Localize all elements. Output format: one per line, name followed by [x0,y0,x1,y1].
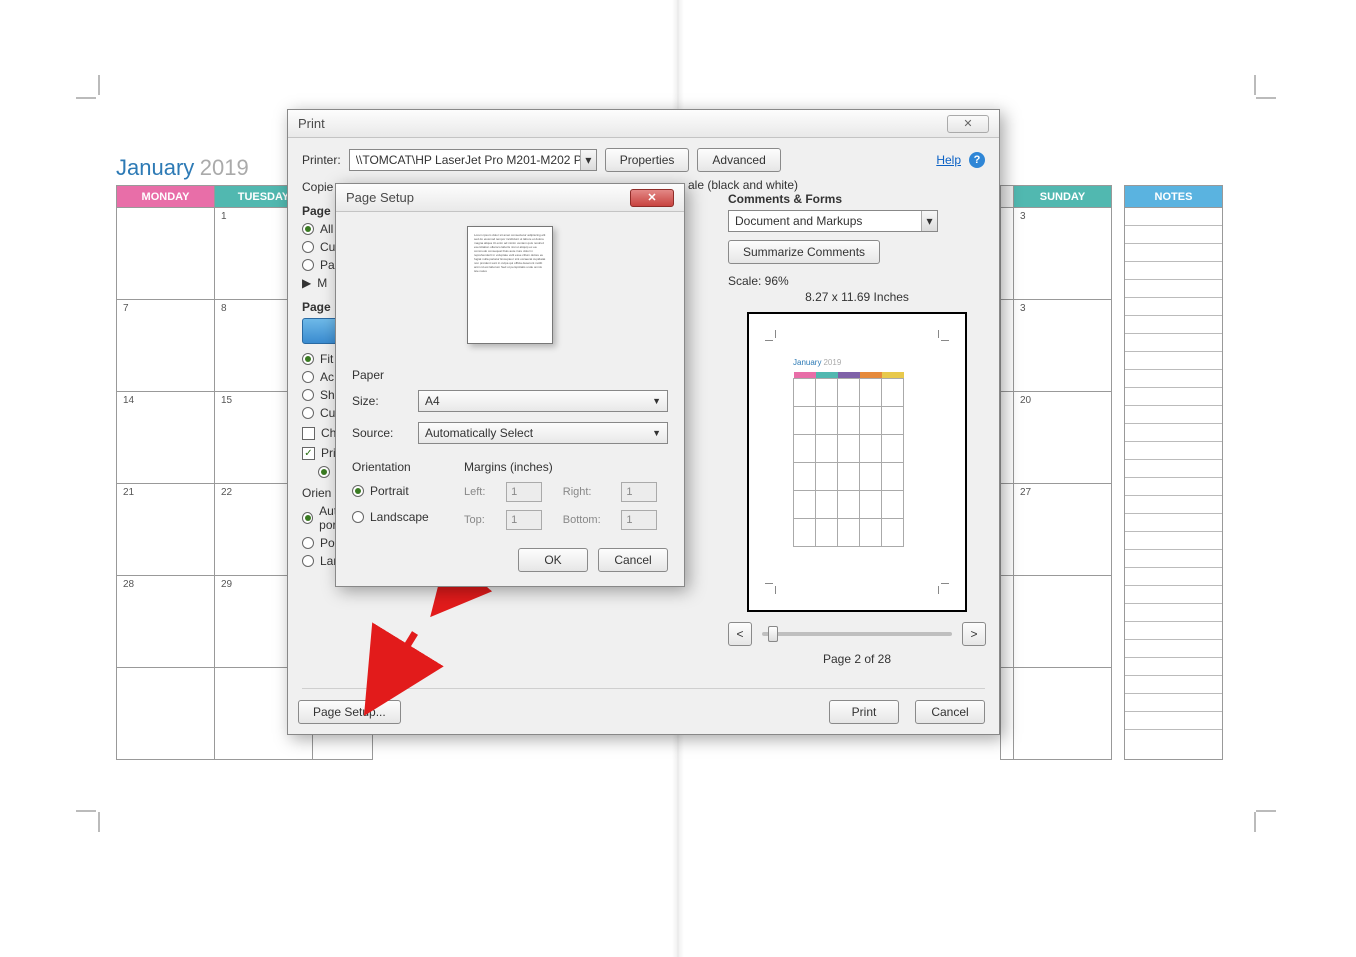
margin-left-input[interactable] [506,482,542,502]
preview-mini-calendar [793,372,904,547]
advanced-button[interactable]: Advanced [697,148,780,172]
preview-mini-title: January 2019 [793,358,841,367]
preview-next-button[interactable]: > [962,622,986,646]
print-dialog-close-button[interactable]: ✕ [947,115,989,133]
size-dropdown[interactable]: A4 ▼ [418,390,668,412]
margin-top-label: Top: [464,514,496,526]
print-button[interactable]: Print [829,700,899,724]
preview-pane: Comments & Forms Document and Markups ▾ … [728,188,986,648]
chevron-down-icon: ▾ [580,150,596,170]
size-tab-button[interactable] [302,318,338,344]
comments-dropdown[interactable]: Document and Markups ▾ [728,210,938,232]
print-dialog-title: Print [298,110,325,138]
scale-label: Scale: 96% [728,274,986,288]
paper-dims: 8.27 x 11.69 Inches [728,290,986,304]
margins-legend: Margins (inches) [464,460,668,474]
calendar-year: 2019 [200,155,249,180]
margin-right-input[interactable] [621,482,657,502]
printer-dropdown[interactable]: \\TOMCAT\HP LaserJet Pro M201-M202 P( ▾ [349,149,597,171]
page-setup-close-button[interactable]: ✕ [630,189,674,207]
help-icon[interactable]: ? [969,152,985,168]
calendar-month: January [116,155,194,180]
page-setup-titlebar: Page Setup ✕ [336,184,684,212]
chevron-down-icon: ▼ [652,396,661,406]
setup-landscape-radio[interactable]: Landscape [352,510,452,524]
page-setup-title: Page Setup [346,184,414,212]
margin-bottom-label: Bottom: [563,514,612,526]
properties-button[interactable]: Properties [605,148,690,172]
margin-right-label: Right: [563,486,612,498]
preview-page: January 2019 [747,312,967,612]
chevron-down-icon: ▼ [652,428,661,438]
help-link[interactable]: Help [936,153,961,167]
page-of-label: Page 2 of 28 [728,652,986,666]
choose-checkbox[interactable] [302,427,315,440]
calendar-title: January 2019 [116,155,249,181]
cancel-button[interactable]: Cancel [915,700,985,724]
print-dialog-titlebar: Print ✕ [288,110,999,138]
header-notes: NOTES [1125,186,1223,208]
preview-prev-button[interactable]: < [728,622,752,646]
page-setup-button[interactable]: Page Setup... [298,700,401,724]
print-both-checkbox[interactable]: ✓ [302,447,315,460]
more-options-arrow-icon[interactable]: ▶ [302,276,311,290]
source-dropdown[interactable]: Automatically Select ▼ [418,422,668,444]
source-label: Source: [352,426,408,440]
printer-value: \\TOMCAT\HP LaserJet Pro M201-M202 P( [356,153,580,167]
comments-forms-heading: Comments & Forms [728,192,986,206]
setup-portrait-radio[interactable]: Portrait [352,484,452,498]
page-setup-ok-button[interactable]: OK [518,548,588,572]
printer-label: Printer: [302,153,341,167]
chevron-down-icon: ▾ [921,211,937,231]
header-monday: MONDAY [117,186,215,208]
orientation-legend: Orientation [352,460,452,474]
preview-zoom-slider[interactable] [762,632,952,636]
page-setup-dialog: Page Setup ✕ Lorem ipsum dolor sit amet … [335,183,685,587]
more-options-m: M [317,276,327,290]
page-setup-thumbnail: Lorem ipsum dolor sit amet consectetur a… [467,226,553,344]
page-setup-cancel-button[interactable]: Cancel [598,548,668,572]
size-label: Size: [352,394,408,408]
paper-legend: Paper [352,368,668,382]
margin-left-label: Left: [464,486,496,498]
header-sunday: SUNDAY [1014,186,1112,208]
margin-bottom-input[interactable] [621,510,657,530]
calendar-right: SUNDAY NOTES 3 3 20 27 [1000,185,1223,760]
margin-top-input[interactable] [506,510,542,530]
summarize-comments-button[interactable]: Summarize Comments [728,240,880,264]
